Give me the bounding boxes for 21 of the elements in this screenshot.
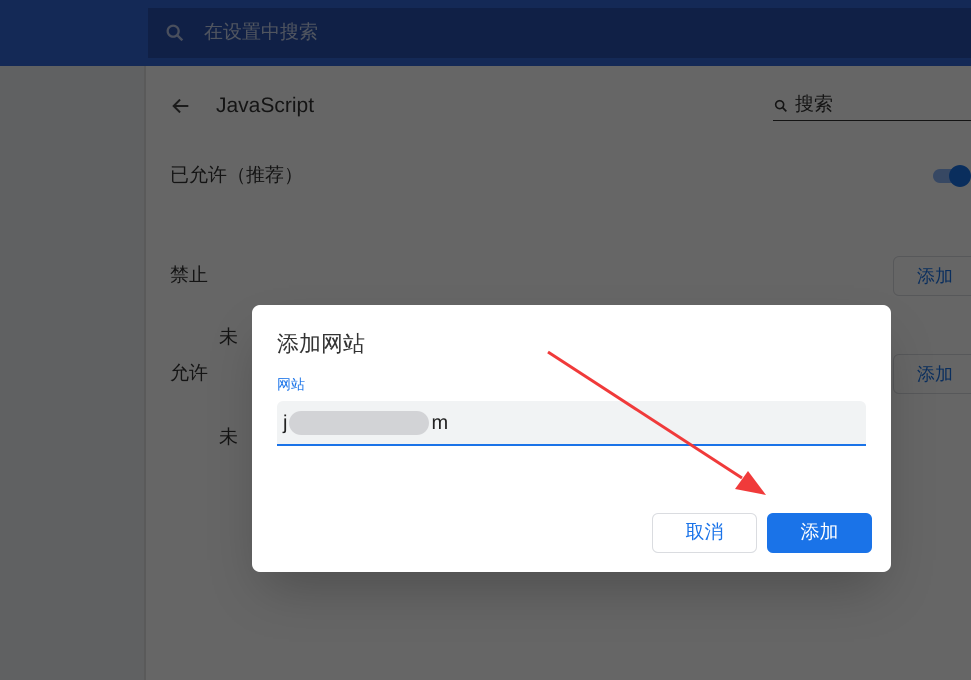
section-title: 允许 bbox=[170, 362, 208, 386]
site-input-field[interactable]: j m bbox=[277, 401, 866, 446]
add-button[interactable]: 添加 bbox=[893, 354, 971, 394]
dialog-title: 添加网站 bbox=[277, 330, 365, 358]
cancel-button[interactable]: 取消 bbox=[652, 513, 757, 553]
add-button[interactable]: 添加 bbox=[767, 513, 872, 553]
field-value: j bbox=[283, 410, 288, 436]
field-label: 网站 bbox=[277, 375, 305, 394]
search-value: 搜索 bbox=[795, 93, 833, 118]
page-search-field[interactable]: 搜索 bbox=[773, 91, 971, 121]
setting-label: 已允许（推荐） bbox=[170, 164, 303, 188]
page-title: JavaScript bbox=[216, 93, 316, 120]
section-title: 禁止 bbox=[170, 264, 208, 288]
search-icon bbox=[164, 22, 186, 44]
empty-message: 未 bbox=[219, 326, 238, 350]
empty-message: 未 bbox=[219, 426, 238, 450]
field-value: m bbox=[431, 410, 448, 436]
add-button[interactable]: 添加 bbox=[893, 256, 971, 296]
settings-search-field[interactable]: 在设置中搜索 bbox=[148, 8, 971, 58]
toggle-switch[interactable] bbox=[933, 163, 971, 189]
search-icon bbox=[773, 98, 789, 114]
